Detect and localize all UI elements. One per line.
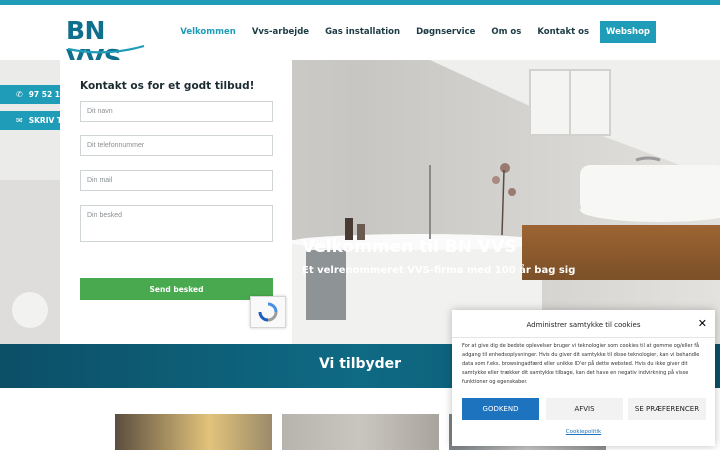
form-title: Kontakt os for et godt tilbud!	[80, 80, 255, 92]
cookie-policy-link[interactable]: Cookiepolitik	[452, 429, 715, 435]
cookie-preferences-button[interactable]: SE PRÆFERENCER	[628, 398, 706, 420]
nav-kontakt-os[interactable]: Kontakt os	[537, 21, 589, 43]
recaptcha-badge[interactable]	[250, 296, 286, 328]
hero-title: Velkommen til BN VVS	[302, 237, 517, 257]
nav-gas-installation[interactable]: Gas installation	[325, 21, 400, 43]
envelope-icon: ✉	[16, 116, 23, 125]
phone-field[interactable]: Dit telefonnummer	[80, 135, 273, 156]
main-nav: Velkommen Vvs-arbejde Gas installation D…	[164, 21, 656, 43]
nav-webshop-button[interactable]: Webshop	[600, 21, 656, 43]
nav-om-os[interactable]: Om os	[491, 21, 521, 43]
cookie-deny-button[interactable]: AFVIS	[546, 398, 623, 420]
nav-velkommen[interactable]: Velkommen	[180, 21, 236, 43]
offer-thumbnail[interactable]	[115, 414, 272, 450]
logo-swoosh-icon	[67, 44, 145, 54]
cookie-accept-button[interactable]: GODKEND	[462, 398, 539, 420]
site-header: BN VVS Velkommen Vvs-arbejde Gas install…	[0, 5, 720, 73]
recaptcha-icon	[258, 302, 278, 322]
close-icon[interactable]: ✕	[698, 318, 707, 329]
cookie-consent-dialog: Administrer samtykke til cookies ✕ For a…	[452, 310, 715, 446]
name-field[interactable]: Dit navn	[80, 101, 273, 122]
cookie-body-text: For at give dig de bedste oplevelser bru…	[462, 343, 700, 385]
nav-doegnservice[interactable]: Døgnservice	[416, 21, 475, 43]
site-logo[interactable]: BN VVS	[66, 17, 146, 73]
cookie-divider	[452, 337, 715, 338]
send-message-button[interactable]: Send besked	[80, 278, 273, 300]
hero-subtitle: Et velrenommeret VVS-firma med 100 år ba…	[302, 265, 576, 276]
nav-vvs-arbejde[interactable]: Vvs-arbejde	[252, 21, 309, 43]
cookie-title: Administrer samtykke til cookies	[526, 321, 641, 329]
email-field[interactable]: Din mail	[80, 170, 273, 191]
message-field[interactable]: Din besked	[80, 205, 273, 242]
phone-icon: ✆	[16, 90, 23, 99]
contact-form: Kontakt os for et godt tilbud! Dit navn …	[60, 60, 292, 344]
offer-thumbnail[interactable]	[282, 414, 439, 450]
